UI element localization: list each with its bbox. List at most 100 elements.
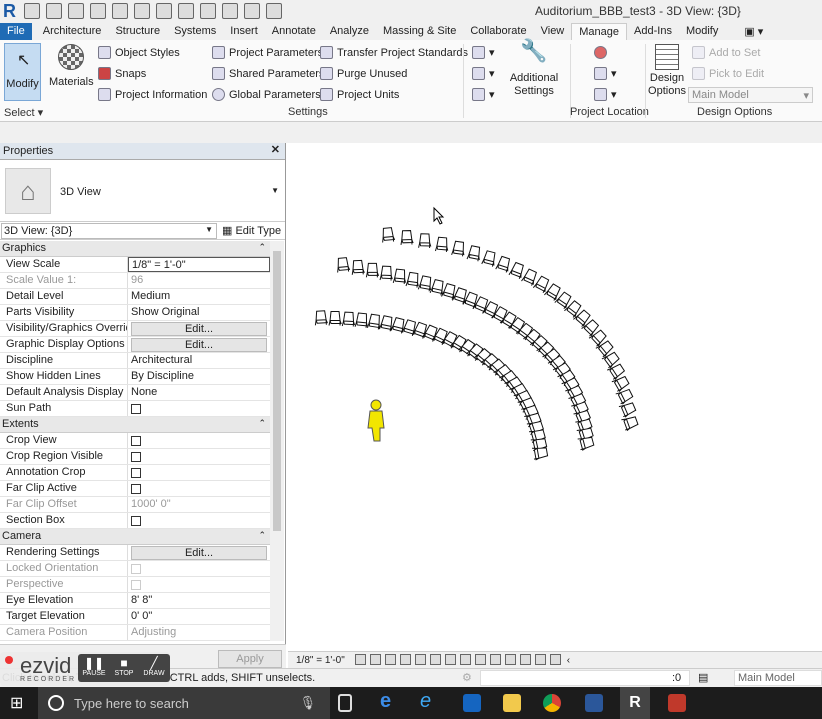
draw-button[interactable]: ╱ DRAW: [140, 656, 168, 677]
chair[interactable]: [451, 240, 466, 257]
chair[interactable]: [351, 259, 365, 275]
object-styles-button[interactable]: Object Styles: [98, 46, 180, 59]
view-scale[interactable]: 1/8" = 1'-0": [296, 655, 345, 666]
chair[interactable]: [508, 261, 525, 279]
edit-button[interactable]: Edit...: [131, 322, 267, 336]
task-view-icon[interactable]: [338, 694, 352, 712]
undo-icon[interactable]: [90, 3, 106, 19]
outlook-icon[interactable]: [463, 694, 481, 712]
property-value[interactable]: Medium: [128, 289, 270, 304]
property-value[interactable]: 0' 0": [128, 609, 270, 624]
3d-view-icon[interactable]: [222, 3, 238, 19]
3d-viewport[interactable]: [288, 143, 822, 653]
tab-file[interactable]: File: [0, 23, 32, 40]
checkbox[interactable]: [131, 468, 141, 478]
render-icon[interactable]: [414, 654, 426, 666]
tab-structure[interactable]: Structure: [108, 23, 167, 40]
analytical-icon[interactable]: [534, 654, 546, 666]
chair[interactable]: [466, 245, 482, 262]
checkbox[interactable]: [131, 404, 141, 414]
chair[interactable]: [417, 275, 432, 292]
print-icon[interactable]: [134, 3, 150, 19]
chair[interactable]: [341, 311, 356, 327]
chair[interactable]: [366, 313, 381, 330]
materials-button[interactable]: Materials: [49, 44, 94, 88]
word-icon[interactable]: [585, 694, 603, 712]
property-value[interactable]: None: [128, 385, 270, 400]
tab-add-ins[interactable]: Add-Ins: [627, 23, 679, 40]
chair[interactable]: [481, 250, 497, 267]
file-explorer-icon[interactable]: [503, 694, 521, 712]
sync-icon[interactable]: [68, 3, 84, 19]
transfer-project-standards-button[interactable]: Transfer Project Standards: [320, 46, 468, 59]
tab-insert[interactable]: Insert: [223, 23, 265, 40]
property-value[interactable]: Architectural: [128, 353, 270, 368]
select-dropdown[interactable]: Select ▾: [4, 106, 43, 119]
video-app-icon[interactable]: [668, 694, 686, 712]
worksharing-icon[interactable]: [504, 654, 516, 666]
additional-settings-button[interactable]: 🔧 Additional Settings: [505, 40, 563, 98]
ribbon-options-icon[interactable]: ▣ ▾: [737, 23, 770, 40]
tab-analyze[interactable]: Analyze: [323, 23, 376, 40]
open-icon[interactable]: [24, 3, 40, 19]
type-selector[interactable]: ⌂ 3D View ▼: [0, 160, 285, 222]
coordinates-button[interactable]: ▾: [594, 67, 617, 80]
shadows-icon[interactable]: [399, 654, 411, 666]
property-value[interactable]: 8' 8": [128, 593, 270, 608]
checkbox[interactable]: [131, 516, 141, 526]
edit-button[interactable]: Edit...: [131, 546, 267, 560]
apply-button[interactable]: Apply: [218, 650, 282, 668]
edge-icon[interactable]: e: [380, 690, 398, 712]
property-value[interactable]: Show Original: [128, 305, 270, 320]
edit-button[interactable]: Edit...: [131, 338, 267, 352]
person-figure[interactable]: [367, 399, 385, 442]
windows-start-icon[interactable]: ⊞: [10, 693, 23, 713]
visual-style-icon[interactable]: [369, 654, 381, 666]
tag-icon[interactable]: [178, 3, 194, 19]
manage-dropdown-2[interactable]: ▾: [472, 67, 495, 80]
chair[interactable]: [400, 230, 414, 245]
checkbox[interactable]: [131, 484, 141, 494]
property-value[interactable]: By Discipline: [128, 369, 270, 384]
chair[interactable]: [390, 317, 406, 334]
chair[interactable]: [392, 268, 407, 284]
main-model-select[interactable]: Main Model: [734, 670, 822, 686]
section-graphics[interactable]: Graphics ⌃: [0, 241, 270, 257]
position-button[interactable]: ▾: [594, 88, 617, 101]
manage-dropdown-1[interactable]: ▾: [472, 46, 495, 59]
add-to-set-button[interactable]: Add to Set: [692, 46, 760, 59]
manage-dropdown-3[interactable]: ▾: [472, 88, 495, 101]
project-information-button[interactable]: Project Information: [98, 88, 207, 101]
checkbox[interactable]: [131, 436, 141, 446]
chair[interactable]: [328, 310, 342, 326]
ie-icon[interactable]: e: [420, 690, 438, 712]
taskbar-search[interactable]: Type here to search 🎙: [38, 687, 330, 719]
edit-type-button[interactable]: ▦ Edit Type: [222, 224, 281, 237]
expand-icon[interactable]: ‹: [567, 655, 570, 666]
show-crop-icon[interactable]: [444, 654, 456, 666]
temp-properties-icon[interactable]: [519, 654, 531, 666]
chrome-icon[interactable]: [543, 694, 561, 712]
thin-lines-icon[interactable]: [244, 3, 260, 19]
sun-path-icon[interactable]: [384, 654, 396, 666]
checkbox[interactable]: [131, 452, 141, 462]
chair[interactable]: [314, 310, 328, 326]
revit-taskbar-icon[interactable]: R: [620, 687, 650, 719]
unlock-view-icon[interactable]: [459, 654, 471, 666]
chair[interactable]: [434, 236, 449, 252]
chair[interactable]: [418, 233, 432, 249]
chair[interactable]: [354, 312, 368, 328]
pause-button[interactable]: ❚❚ PAUSE: [80, 656, 108, 677]
3d-model-canvas[interactable]: [288, 143, 822, 653]
redo-icon[interactable]: [112, 3, 128, 19]
chair[interactable]: [495, 255, 512, 273]
shared-parameters-button[interactable]: Shared Parameters: [212, 67, 324, 80]
measure-icon[interactable]: [156, 3, 172, 19]
text-icon[interactable]: [200, 3, 216, 19]
reveal-hidden-icon[interactable]: [489, 654, 501, 666]
chair[interactable]: [379, 265, 393, 281]
chair[interactable]: [532, 446, 549, 461]
design-option-select[interactable]: Main Model ▾: [688, 87, 813, 103]
design-options-button[interactable]: Design Options: [648, 44, 686, 98]
chair[interactable]: [365, 262, 380, 278]
